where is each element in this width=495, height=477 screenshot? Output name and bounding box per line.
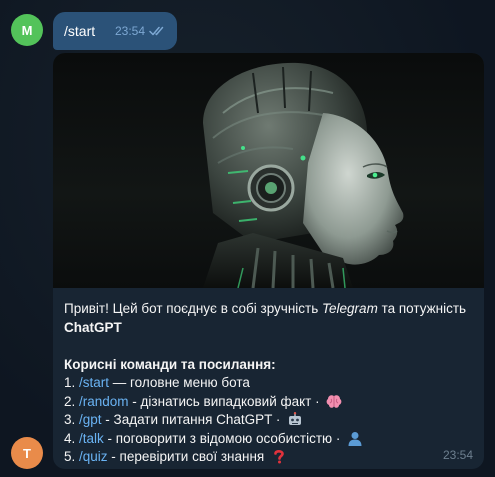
command-number: 5. [64,449,80,464]
command-number: 4. [64,430,80,446]
double-check-icon [149,26,164,36]
command-link-random[interactable]: /random [79,394,129,409]
command-item-start: 1. /start — головне меню бота [64,374,474,393]
robot-icon [289,412,302,425]
command-link-quiz[interactable]: /quiz [79,449,108,464]
telegram-word: Telegram [322,301,378,316]
bot-message-text: Привіт! Цей бот поєднує в собі зручність… [64,300,474,467]
command-number: 1. [64,375,80,390]
brain-icon [326,394,342,408]
ai-robot-image[interactable] [53,53,484,288]
command-item-quiz: 5. /quiz - перевірити свої знання [64,448,474,467]
command-item-gpt: 3. /gpt - Задати питання ChatGPT · [64,411,474,430]
command-link-talk[interactable]: /talk [79,431,104,446]
outgoing-message[interactable]: /start 23:54 [53,12,177,50]
bot-avatar[interactable]: T [11,437,43,469]
intro-line: Привіт! Цей бот поєднує в собі зручність… [64,300,474,319]
command-item-talk: 4. /talk - поговорити з відомою особисті… [64,430,474,449]
command-item-random: 2. /random - дізнатись випадковий факт · [64,393,474,412]
chat-area: M /start 23:54 Привіт! Цей бот поєднує в… [0,0,495,477]
outgoing-message-meta: 23:54 [115,24,167,38]
command-description: - поговорити з відомою особистістю · [103,430,345,446]
command-description: - дізнатись випадковий факт · [128,393,324,409]
command-number: 3. [64,412,80,427]
user-avatar-letter: M [21,22,33,38]
outgoing-message-text: /start [64,23,96,39]
bot-avatar-letter: T [23,445,31,461]
command-link-gpt[interactable]: /gpt [79,412,102,427]
command-description: - перевірити свої знання [107,449,268,464]
person-silhouette-icon [348,431,362,446]
question-mark-icon [274,449,284,464]
intro-text-end: та потужність [377,301,467,316]
chatgpt-word: ChatGPT [64,319,122,335]
robot-head-illustration [203,62,404,288]
command-number: 2. [64,393,80,409]
commands-heading: Корисні команди та посилання: [64,356,276,372]
bot-message[interactable]: Привіт! Цей бот поєднує в собі зручність… [53,53,484,469]
outgoing-message-time: 23:54 [114,24,145,38]
user-avatar[interactable]: M [11,14,43,46]
command-link-start[interactable]: /start [79,375,109,390]
bot-message-time: 23:54 [442,448,473,462]
intro-text: Привіт! Цей бот поєднує в собі зручність [64,301,323,316]
command-description: — головне меню бота [109,375,250,390]
command-description: - Задати питання ChatGPT · [101,412,285,427]
